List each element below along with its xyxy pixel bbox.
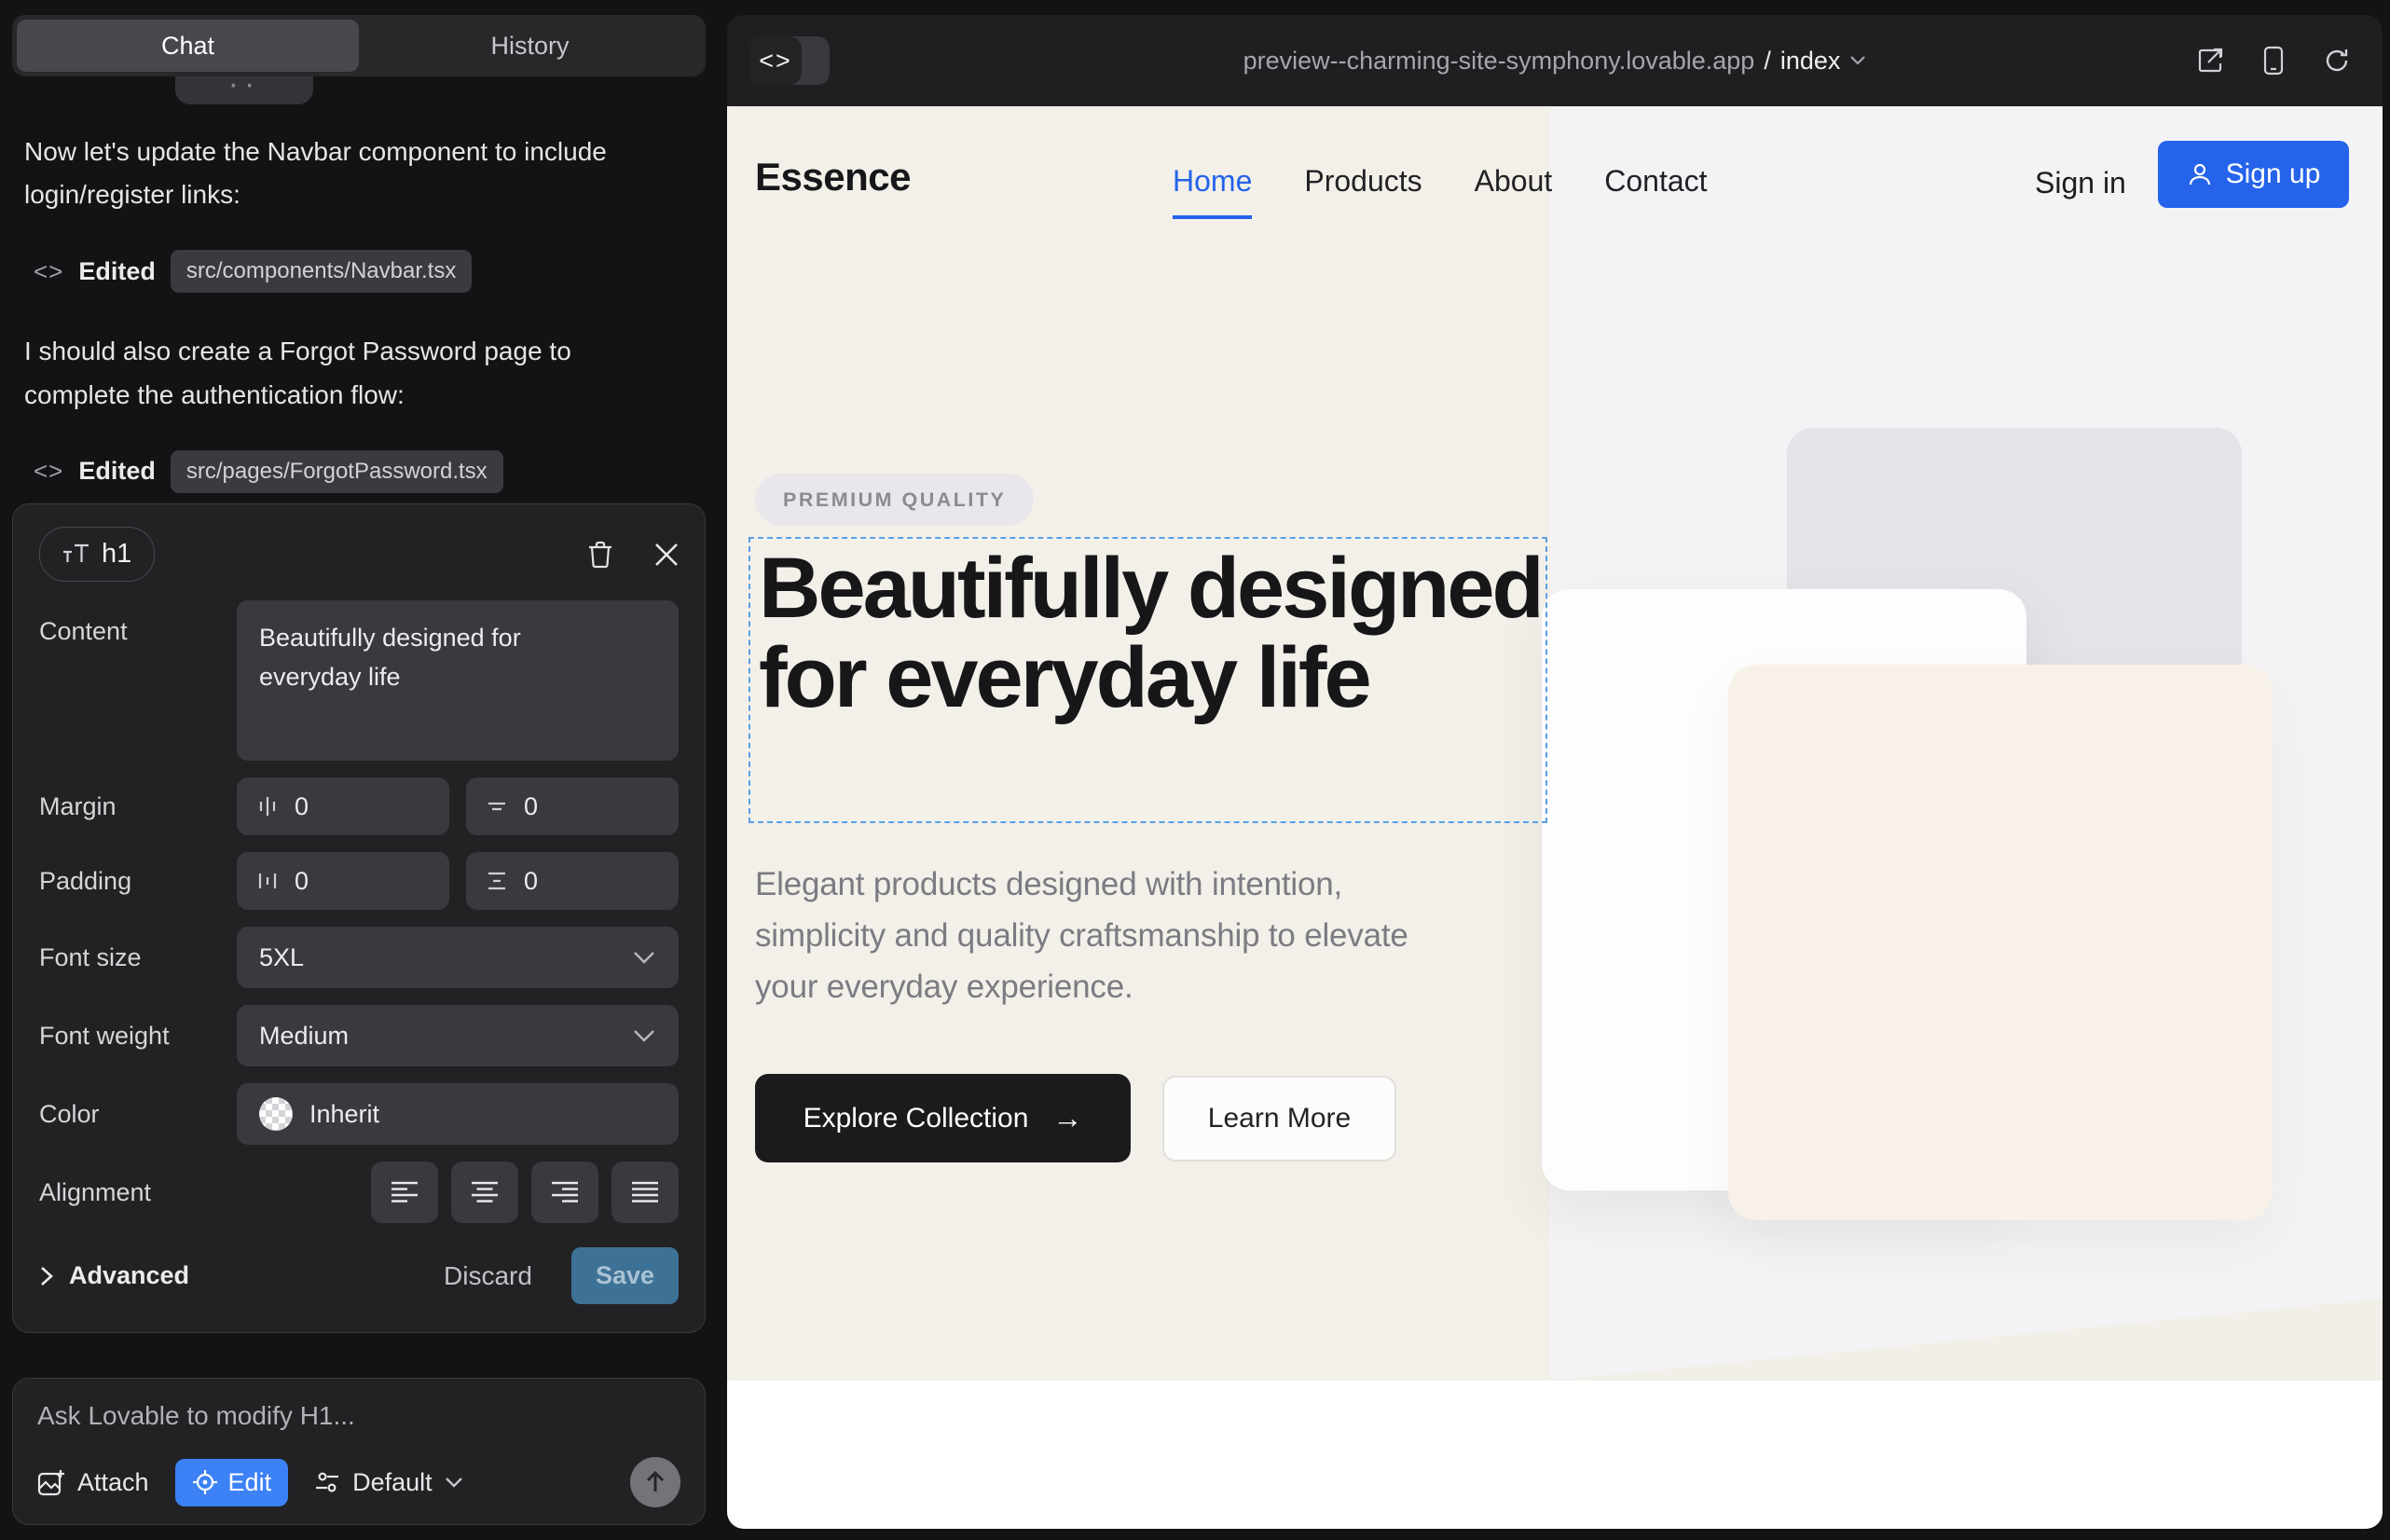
font-size-select[interactable]: 5XL bbox=[237, 927, 679, 988]
alignment-label: Alignment bbox=[39, 1178, 237, 1207]
site-canvas: Essence Home Products About Contact Sign… bbox=[727, 106, 2383, 1529]
scrolled-badge-overflow: ·· bbox=[175, 76, 313, 104]
advanced-toggle[interactable]: Advanced bbox=[39, 1261, 189, 1290]
save-button[interactable]: Save bbox=[571, 1247, 679, 1304]
selected-tag-name: h1 bbox=[102, 539, 131, 570]
model-selector[interactable]: Default bbox=[314, 1468, 463, 1497]
code-icon: <> bbox=[34, 457, 63, 486]
selected-heading-outline[interactable]: Beautifully designed for everyday life bbox=[749, 537, 1547, 823]
close-editor-button[interactable] bbox=[654, 543, 679, 567]
content-input[interactable]: Beautifully designed for everyday life bbox=[237, 600, 679, 761]
align-left-icon bbox=[390, 1180, 419, 1204]
text-size-icon bbox=[62, 543, 90, 567]
hero-description: Elegant products designed with intention… bbox=[755, 859, 1449, 1013]
mobile-view-button[interactable] bbox=[2263, 46, 2284, 76]
sign-in-link[interactable]: Sign in bbox=[2035, 166, 2126, 200]
file-badge[interactable]: src/pages/ForgotPassword.tsx bbox=[171, 450, 503, 493]
selected-element-pill[interactable]: h1 bbox=[39, 527, 155, 582]
tab-chat[interactable]: Chat bbox=[17, 20, 359, 72]
edited-label: Edited bbox=[78, 457, 156, 486]
premium-quality-badge: PREMIUM QUALITY bbox=[755, 474, 1034, 526]
nav-link-home[interactable]: Home bbox=[1173, 164, 1252, 199]
element-editor-panel: h1 Content Beautifully desig bbox=[12, 503, 706, 1333]
decor-card-cream bbox=[1728, 665, 2273, 1220]
site-logo[interactable]: Essence bbox=[755, 155, 911, 199]
margin-vertical-input[interactable]: 0 bbox=[466, 777, 679, 835]
tab-history[interactable]: History bbox=[359, 20, 701, 72]
chevron-down-icon bbox=[445, 1477, 463, 1489]
align-right-icon bbox=[550, 1180, 580, 1204]
delete-element-button[interactable] bbox=[587, 541, 613, 569]
chevron-down-icon bbox=[632, 950, 656, 965]
hero-heading[interactable]: Beautifully designed for everyday life bbox=[759, 544, 1545, 722]
chat-messages: Now let's update the Navbar component to… bbox=[24, 131, 621, 530]
padding-vertical-icon bbox=[485, 869, 509, 893]
align-justify-button[interactable] bbox=[611, 1162, 679, 1223]
padding-label: Padding bbox=[39, 867, 237, 896]
attach-button[interactable]: Attach bbox=[37, 1468, 149, 1497]
send-button[interactable] bbox=[630, 1457, 680, 1507]
preview-topbar: <> preview--charming-site-symphony.lovab… bbox=[727, 15, 2383, 106]
align-center-button[interactable] bbox=[451, 1162, 518, 1223]
align-left-button[interactable] bbox=[371, 1162, 438, 1223]
font-size-label: Font size bbox=[39, 943, 237, 972]
font-weight-select[interactable]: Medium bbox=[237, 1005, 679, 1066]
margin-vertical-icon bbox=[485, 794, 509, 818]
sign-up-button[interactable]: Sign up bbox=[2158, 141, 2349, 208]
arrow-up-icon bbox=[644, 1470, 666, 1494]
open-in-new-tab-button[interactable] bbox=[2196, 47, 2224, 75]
chevron-down-icon bbox=[632, 1028, 656, 1043]
chevron-right-icon bbox=[39, 1265, 54, 1287]
learn-more-button[interactable]: Learn More bbox=[1162, 1076, 1396, 1162]
chevron-down-icon bbox=[1849, 55, 1866, 66]
color-label: Color bbox=[39, 1100, 237, 1129]
padding-vertical-input[interactable]: 0 bbox=[466, 852, 679, 910]
align-justify-icon bbox=[630, 1180, 660, 1204]
align-right-button[interactable] bbox=[531, 1162, 598, 1223]
edited-file-row[interactable]: <> Edited src/components/Navbar.tsx bbox=[34, 250, 621, 293]
arrow-right-icon: → bbox=[1052, 1101, 1082, 1135]
align-center-icon bbox=[470, 1180, 500, 1204]
content-label: Content bbox=[39, 600, 237, 646]
chat-input-box[interactable]: Ask Lovable to modify H1... Attach Edit bbox=[12, 1378, 706, 1525]
chat-history-tabbar: Chat History bbox=[12, 15, 706, 76]
sidebar: Chat History ·· Now let's update the Nav… bbox=[0, 0, 723, 1540]
target-icon bbox=[192, 1469, 218, 1495]
nav-link-about[interactable]: About bbox=[1475, 164, 1553, 199]
explore-collection-button[interactable]: Explore Collection → bbox=[755, 1074, 1131, 1162]
preview-panel: <> preview--charming-site-symphony.lovab… bbox=[727, 15, 2383, 1529]
sliders-icon bbox=[314, 1469, 340, 1495]
edited-file-row[interactable]: <> Edited src/pages/ForgotPassword.tsx bbox=[34, 450, 621, 493]
refresh-button[interactable] bbox=[2323, 47, 2351, 75]
discard-button[interactable]: Discard bbox=[444, 1261, 532, 1291]
site-nav: Home Products About Contact bbox=[1173, 164, 1708, 199]
nav-link-products[interactable]: Products bbox=[1304, 164, 1422, 199]
assistant-message: Now let's update the Navbar component to… bbox=[24, 131, 613, 216]
margin-label: Margin bbox=[39, 792, 237, 821]
preview-url[interactable]: preview--charming-site-symphony.lovable.… bbox=[727, 15, 2383, 106]
nav-link-contact[interactable]: Contact bbox=[1604, 164, 1707, 199]
margin-horizontal-input[interactable]: 0 bbox=[237, 777, 449, 835]
assistant-message: I should also create a Forgot Password p… bbox=[24, 330, 613, 416]
user-icon bbox=[2187, 161, 2213, 187]
edited-label: Edited bbox=[78, 257, 156, 286]
margin-horizontal-icon bbox=[255, 794, 280, 818]
color-swatch bbox=[259, 1097, 293, 1131]
font-weight-label: Font weight bbox=[39, 1022, 237, 1051]
file-badge[interactable]: src/components/Navbar.tsx bbox=[171, 250, 472, 293]
padding-horizontal-icon bbox=[255, 869, 280, 893]
color-select[interactable]: Inherit bbox=[237, 1083, 679, 1145]
edit-mode-pill[interactable]: Edit bbox=[175, 1459, 289, 1506]
attach-image-icon bbox=[37, 1468, 65, 1496]
chat-input-placeholder: Ask Lovable to modify H1... bbox=[37, 1401, 680, 1431]
padding-horizontal-input[interactable]: 0 bbox=[237, 852, 449, 910]
code-icon: <> bbox=[34, 257, 63, 286]
